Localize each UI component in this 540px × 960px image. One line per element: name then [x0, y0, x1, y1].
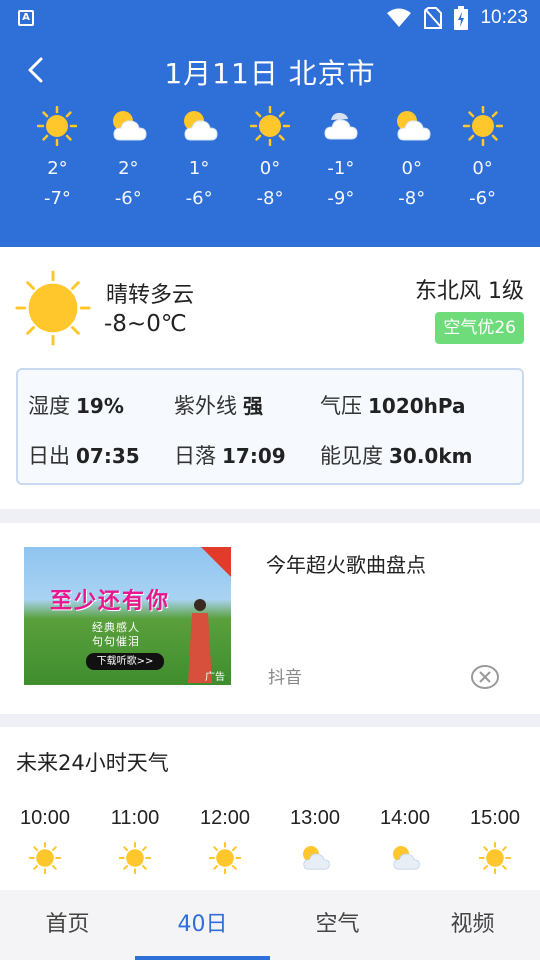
ad-card[interactable]: 至少还有你 经典感人 句句催泪 下载听歌>> 广告 今年超火歌曲盘点 抖音: [0, 523, 540, 714]
hour-time: 12:00: [199, 807, 251, 829]
hour-time: 10:00: [19, 807, 71, 829]
humidity-stat: 湿度 19%: [28, 394, 124, 418]
weather-condition: 晴转多云: [106, 283, 195, 308]
hourly-forecast-section: 未来24小时天气 10:00 11:00 12:00 13:00 14:00 15:00: [0, 727, 540, 890]
day-forecast[interactable]: 0° -8°: [235, 106, 306, 214]
pressure-stat: 气压 1020hPa: [320, 394, 466, 418]
hour-time: 13:00: [289, 807, 341, 829]
day-forecast[interactable]: -1° -9°: [305, 106, 376, 214]
no-sim-icon: [424, 7, 443, 29]
ad-image[interactable]: 至少还有你 经典感人 句句催泪 下载听歌>> 广告: [24, 547, 231, 685]
sunrise-stat: 日出 07:35: [28, 444, 140, 468]
hourly-forecast-list: 10:00 11:00 12:00 13:00 14:00 15:00: [0, 807, 540, 874]
day-high-temp: 0°: [472, 158, 493, 179]
day-forecast[interactable]: 2° -7°: [22, 106, 93, 214]
day-forecast[interactable]: 2° -6°: [93, 106, 164, 214]
day-high-temp: 0°: [259, 158, 281, 179]
close-ad-icon[interactable]: [470, 664, 500, 690]
tab-item[interactable]: 视频: [405, 890, 540, 960]
day-forecast[interactable]: 0° -8°: [376, 106, 447, 214]
weather-stats-panel: 湿度 19% 紫外线强 气压 1020hPa 日出 07:35 日落 17:09 能见度…: [16, 368, 524, 485]
cloudy-icon: [324, 112, 358, 140]
sunny-icon: [37, 106, 78, 146]
ad-corner-ribbon: [201, 547, 231, 577]
tab-item[interactable]: 空气: [270, 890, 405, 960]
day-low-temp: -6°: [185, 188, 213, 209]
sunny-icon: [29, 842, 61, 874]
header: A 10:23 1月11日 北京市 2° -7° 2° -6° 1° -6° 0° -8° -1…: [0, 0, 540, 247]
day-forecast[interactable]: 0° -6°: [447, 106, 518, 214]
page-title: 1月11日 北京市: [164, 57, 376, 90]
hour-forecast: 12:00: [180, 807, 270, 874]
hour-forecast: 15:00: [450, 807, 540, 874]
day-low-temp: -9°: [327, 188, 355, 209]
current-weather-card: 晴转多云 -8~0℃ 东北风 1级 空气优26 湿度 19% 紫外线强 气压 102…: [0, 247, 540, 509]
section-title: 未来24小时天气: [16, 751, 169, 775]
ad-headline[interactable]: 今年超火歌曲盘点: [266, 549, 426, 578]
partly-cloudy-icon: [393, 846, 420, 870]
ad-label: 广告: [205, 672, 225, 683]
hour-time: 15:00: [469, 807, 521, 829]
day-high-temp: 2°: [47, 158, 68, 179]
hour-forecast: 14:00: [360, 807, 450, 874]
wifi-icon: [387, 8, 412, 27]
ad-image-line: 句句催泪: [92, 635, 140, 648]
day-high-temp: 0°: [401, 158, 422, 179]
partly-cloudy-icon: [113, 111, 147, 141]
hour-forecast: 10:00: [0, 807, 90, 874]
day-high-temp: 1°: [188, 158, 210, 179]
temperature-range: -8~0℃: [104, 311, 187, 337]
battery-charging-icon: [454, 6, 469, 30]
status-time: 10:23: [480, 7, 528, 28]
hour-forecast: 11:00: [90, 807, 180, 874]
sunny-icon: [250, 106, 290, 146]
day-low-temp: -7°: [43, 188, 71, 209]
partly-cloudy-icon: [396, 111, 431, 141]
sunny-icon: [209, 842, 241, 874]
uv-stat: 紫外线强: [174, 394, 263, 418]
day-high-temp: -1°: [327, 158, 355, 179]
day-low-temp: -6°: [114, 188, 142, 209]
bottom-tab-bar: 首页 40日 空气 视频: [0, 890, 540, 960]
hour-time: 11:00: [110, 807, 160, 829]
ad-source: 抖音: [268, 668, 302, 688]
sunset-stat: 日落 17:09: [174, 444, 286, 468]
ad-download-button[interactable]: 下载听歌>>: [86, 653, 164, 670]
wind-info: 东北风 1级: [415, 279, 524, 304]
app-notification-icon: A: [18, 10, 34, 26]
status-bar: A 10:23: [0, 0, 540, 36]
hour-forecast: 13:00: [270, 807, 360, 874]
aqi-badge[interactable]: 空气优26: [435, 312, 524, 344]
sunny-icon: [119, 842, 151, 874]
daily-forecast: 2° -7° 2° -6° 1° -6° 0° -8° -1° -9° 0° -8° 0° -6°: [22, 106, 518, 214]
visibility-stat: 能见度 30.0km: [320, 444, 473, 468]
hour-time: 14:00: [379, 807, 431, 829]
day-high-temp: 2°: [118, 158, 139, 179]
day-low-temp: -6°: [469, 188, 497, 209]
sunny-icon: [15, 270, 91, 346]
day-low-temp: -8°: [256, 188, 284, 209]
sunny-icon: [479, 842, 511, 874]
tab-item[interactable]: 40日: [135, 890, 270, 960]
sunny-icon: [462, 106, 503, 146]
tab-item[interactable]: 首页: [0, 890, 135, 960]
partly-cloudy-icon: [303, 846, 330, 870]
ad-image-title: 至少还有你: [50, 588, 171, 614]
day-low-temp: -8°: [398, 188, 426, 209]
partly-cloudy-icon: [184, 111, 218, 141]
day-forecast[interactable]: 1° -6°: [164, 106, 235, 214]
